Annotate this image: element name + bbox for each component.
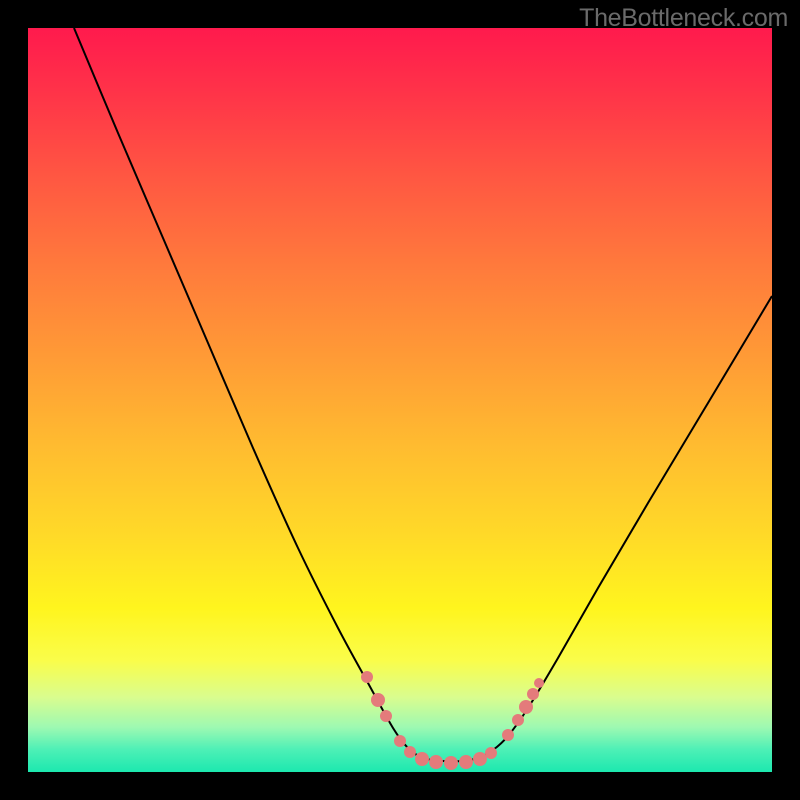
curve-marker <box>459 755 473 769</box>
curve-marker <box>415 752 429 766</box>
curve-marker <box>527 688 539 700</box>
curve-marker <box>534 678 544 688</box>
curve-marker <box>512 714 524 726</box>
curve-marker <box>473 752 487 766</box>
plot-area <box>28 28 772 772</box>
curve-marker <box>485 747 497 759</box>
curve-marker <box>404 746 416 758</box>
chart-frame: TheBottleneck.com <box>0 0 800 800</box>
curve-marker <box>394 735 406 747</box>
curve-marker <box>371 693 385 707</box>
curve-marker <box>502 729 514 741</box>
bottleneck-curve <box>74 28 772 761</box>
curve-marker <box>444 756 458 770</box>
curve-marker <box>429 755 443 769</box>
chart-svg <box>28 28 772 772</box>
curve-marker <box>519 700 533 714</box>
curve-marker <box>380 710 392 722</box>
marker-layer <box>361 671 544 770</box>
curve-marker <box>361 671 373 683</box>
